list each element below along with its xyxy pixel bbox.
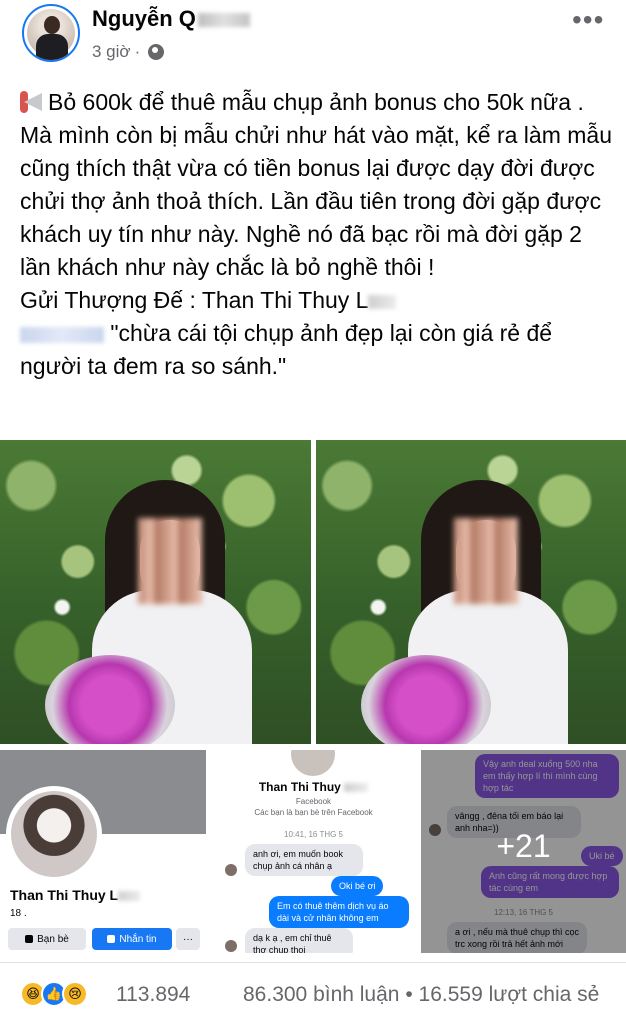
chat-message-out: Em có thuê thêm dịch vụ áo dài và cử nhâ…: [269, 896, 409, 928]
post-photo-4[interactable]: Than Thi Thuy Facebook Các bạn là bạn bè…: [211, 750, 416, 953]
profile-picture: [6, 786, 102, 882]
author-name[interactable]: Nguyễn Q: [92, 6, 250, 32]
profile-more-button: ···: [176, 928, 200, 950]
reaction-icons[interactable]: 😆 👍 😢: [20, 981, 88, 1007]
profile-name: Than Thi Thuy L: [10, 887, 141, 903]
chat-message-in: dạ k ạ , em chỉ thuê thợ chụp thoi: [245, 928, 353, 953]
more-photos-count[interactable]: +21: [421, 828, 626, 865]
post-paragraph-3: "chừa cái tội chụp ảnh đẹp lại còn giá r…: [20, 317, 616, 383]
chat-message-in: anh ơi, em muốn book chụp ảnh cá nhân ạ: [245, 844, 363, 876]
friends-button: Bạn bè: [8, 928, 86, 950]
friends-icon: [25, 935, 34, 943]
chat-contact-name: Than Thi Thuy: [211, 780, 416, 794]
post-time[interactable]: 3 giờ: [92, 42, 131, 62]
chat-mini-avatar: [225, 940, 237, 952]
post-photo-3[interactable]: Than Thi Thuy L 18 . Bạn bè Nhắn tin ···: [0, 750, 206, 953]
messenger-icon: [107, 935, 116, 943]
share-count[interactable]: 16.559 lượt chia sẻ: [419, 983, 600, 1006]
name-blur: [368, 294, 397, 309]
stats-separator: •: [405, 983, 413, 1006]
megaphone-icon: [20, 91, 46, 113]
post-photo-2[interactable]: [316, 440, 626, 744]
post-text-main: Bỏ 600k để thuê mẫu chụp ảnh bonus cho 5…: [20, 89, 612, 280]
more-options-button[interactable]: •••: [572, 4, 604, 36]
meta-separator: ·: [134, 42, 141, 61]
post-header: Nguyễn Q 3 giờ · •••: [0, 0, 626, 70]
author-name-blur: [197, 13, 250, 28]
globe-icon[interactable]: [148, 44, 165, 60]
post-footer: 😆 👍 😢 113.894 86.300 bình luận • 16.559 …: [0, 962, 626, 1024]
sad-icon: 😢: [62, 981, 88, 1007]
chat-timestamp: 10:41, 16 THG 5: [284, 830, 343, 839]
post-photo-more[interactable]: Vậy anh deal xuống 500 nha em thấy hợp l…: [421, 750, 626, 953]
profile-friends: 18 .: [10, 908, 27, 919]
post-meta: 3 giờ ·: [92, 42, 165, 62]
post-stats: 86.300 bình luận • 16.559 lượt chia sẻ: [243, 983, 599, 1007]
chat-avatar: [291, 750, 335, 776]
face-blur: [138, 518, 202, 604]
chat-platform: Facebook: [295, 797, 332, 806]
tagged-name-blur[interactable]: [20, 326, 104, 343]
reaction-count[interactable]: 113.894: [116, 983, 190, 1007]
chat-subtitle: Các bạn là bạn bè trên Facebook: [254, 808, 373, 817]
author-avatar[interactable]: [22, 4, 80, 62]
author-name-text[interactable]: Nguyễn Q: [92, 6, 196, 31]
face-blur: [454, 518, 518, 604]
post-paragraph-1: Bỏ 600k để thuê mẫu chụp ảnh bonus cho 5…: [20, 86, 616, 284]
message-button: Nhắn tin: [92, 928, 172, 950]
post-paragraph-2: Gửi Thượng Đế : Than Thi Thuy L: [20, 284, 616, 317]
chat-message-out: Oki bé ơi: [331, 876, 384, 896]
flower-bouquet: [45, 655, 175, 744]
post-body: Bỏ 600k để thuê mẫu chụp ảnh bonus cho 5…: [20, 86, 616, 383]
chat-mini-avatar: [225, 864, 237, 876]
post-photo-1[interactable]: [0, 440, 311, 744]
post-text-dedication: Gửi Thượng Đế : Than Thi Thuy L: [20, 287, 369, 313]
flower-bouquet: [361, 655, 491, 744]
comment-count[interactable]: 86.300 bình luận: [243, 983, 399, 1006]
